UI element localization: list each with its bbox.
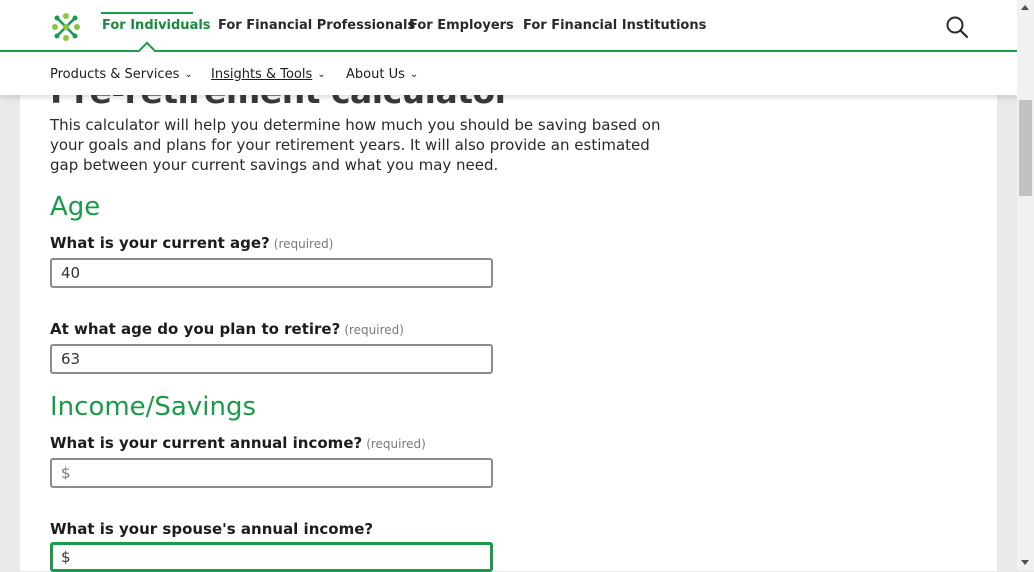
nav-for-employers[interactable]: For Employers (409, 18, 514, 33)
subnav-about-us-label: About Us (346, 67, 405, 82)
chevron-down-icon: ⌄ (409, 69, 419, 80)
scroll-up-arrow-icon[interactable] (1021, 5, 1029, 10)
nav-for-financial-institutions[interactable]: For Financial Institutions (523, 18, 706, 33)
active-nav-indicator (101, 12, 193, 14)
scroll-down-arrow-icon[interactable] (1021, 560, 1029, 565)
subnav-about-us[interactable]: About Us ⌄ (346, 67, 418, 82)
subnav-products-services[interactable]: Products & Services ⌄ (50, 67, 193, 82)
spouse-income-label-text: What is your spouse's annual income? (50, 520, 374, 538)
annual-income-input[interactable] (50, 458, 493, 488)
subnav-products-services-label: Products & Services (50, 67, 180, 82)
top-navigation: For Individuals For Financial Profession… (0, 0, 1017, 52)
chevron-down-icon: ⌄ (317, 69, 326, 80)
scrollbar-thumb[interactable] (1019, 100, 1032, 196)
annual-income-label-text: What is your current annual income? (50, 434, 363, 452)
intro-text: This calculator will help you determine … (50, 116, 661, 174)
retire-age-input[interactable] (50, 344, 493, 374)
retire-age-label: At what age do you plan to retire? (requi… (50, 320, 404, 338)
spouse-income-label: What is your spouse's annual income? (50, 520, 373, 538)
subnav-insights-tools[interactable]: Insights & Tools ⌄ (211, 67, 326, 82)
required-note: (required) (366, 437, 426, 451)
section-heading-income: Income/Savings (50, 392, 257, 422)
chevron-down-icon: ⌄ (184, 69, 193, 80)
section-heading-age: Age (50, 192, 101, 222)
nav-for-financial-professionals[interactable]: For Financial Professionals (218, 18, 415, 33)
search-icon[interactable] (944, 14, 970, 40)
nav-for-individuals[interactable]: For Individuals (102, 18, 211, 33)
flower-logo-icon[interactable] (50, 11, 82, 43)
retire-age-label-text: At what age do you plan to retire? (50, 320, 341, 338)
page-scrollbar[interactable] (1017, 0, 1034, 571)
subnav-insights-tools-label: Insights & Tools (211, 67, 313, 82)
current-age-input[interactable] (50, 258, 493, 288)
required-note: (required) (344, 323, 404, 337)
required-note: (required) (273, 237, 334, 251)
sub-navigation: Products & Services ⌄ Insights & Tools ⌄ A… (0, 52, 1017, 95)
annual-income-label: What is your current annual income? (requ… (50, 434, 426, 452)
spouse-income-input[interactable] (50, 542, 493, 572)
current-age-label: What is your current age? (required) (50, 234, 333, 252)
current-age-label-text: What is your current age? (50, 234, 270, 252)
